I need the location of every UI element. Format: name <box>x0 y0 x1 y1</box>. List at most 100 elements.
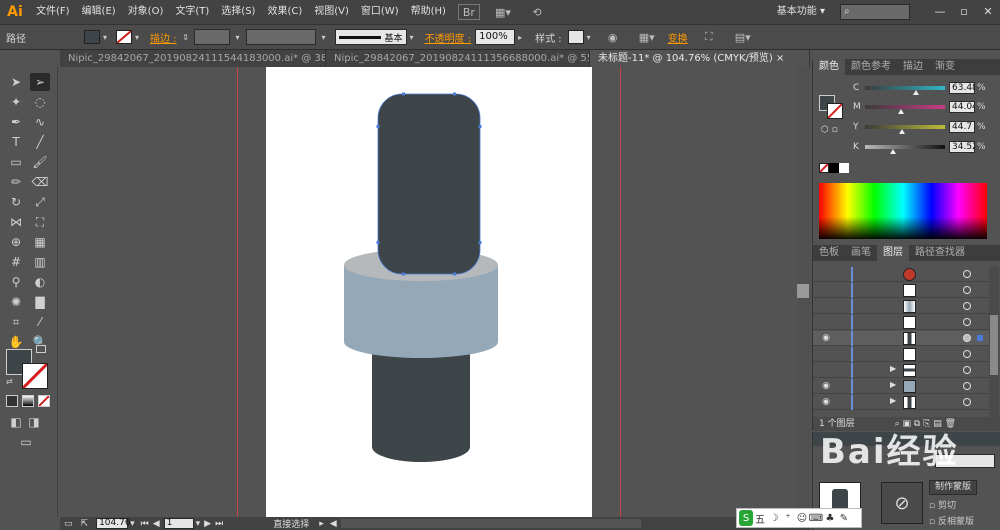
canvas[interactable] <box>60 67 810 517</box>
target-icon[interactable] <box>963 286 971 294</box>
variable-width-field[interactable] <box>245 29 316 45</box>
artboard-field[interactable]: 1 <box>163 518 194 529</box>
rotate-tool-icon[interactable]: ↻ <box>6 193 26 211</box>
isolate-icon[interactable]: ⛶ <box>698 29 720 45</box>
menu-edit[interactable]: 编辑(E) <box>76 0 122 24</box>
anchor-point[interactable] <box>478 241 482 244</box>
transform-link[interactable]: 变换 <box>664 30 692 45</box>
direct-selection-tool-icon[interactable]: ➢ <box>30 73 50 91</box>
target-icon[interactable] <box>963 382 971 390</box>
opacity-field[interactable]: 100% <box>475 29 516 45</box>
gradient-mode-icon[interactable] <box>22 395 34 407</box>
close-button[interactable]: ✕ <box>976 0 1000 24</box>
invert-checkbox-row[interactable]: ▫ 反相蒙版 <box>929 514 974 527</box>
slider-knob[interactable] <box>913 90 919 95</box>
clip-checkbox-row[interactable]: ▫ 剪切 <box>929 498 956 511</box>
swap-colors-icon[interactable]: ⇄ <box>6 377 13 386</box>
anchor-point[interactable] <box>376 241 380 244</box>
recolor-icon[interactable]: ◉ <box>602 29 624 45</box>
slider-value[interactable]: 44.7 <box>949 121 975 133</box>
stroke-swatch[interactable] <box>116 30 132 44</box>
vertical-scrollbar[interactable] <box>797 67 810 517</box>
horizontal-scrollbar[interactable] <box>340 519 641 528</box>
stroke-color-box[interactable] <box>22 363 48 389</box>
tab-swatches[interactable]: 色板 <box>813 245 845 261</box>
menu-window[interactable]: 窗口(W) <box>355 0 405 24</box>
layer-row[interactable]: ◉ <box>813 331 989 346</box>
target-icon[interactable] <box>963 398 971 406</box>
gradient-tool-icon[interactable]: ▥ <box>30 253 50 271</box>
blend-tool-icon[interactable]: ◐ <box>30 273 50 291</box>
gpu-icon[interactable]: ⟲ <box>526 4 548 20</box>
default-colors-icon[interactable] <box>36 345 46 353</box>
bridge-icon[interactable]: Br <box>457 4 480 20</box>
ime-logo-icon[interactable]: S <box>739 510 753 526</box>
menu-type[interactable]: 文字(T) <box>169 0 215 24</box>
scale-tool-icon[interactable]: ⤢ <box>30 193 50 211</box>
workspace-switcher[interactable]: 基本功能 ▾ <box>777 0 825 24</box>
invert-checkbox[interactable]: ▫ <box>929 517 935 527</box>
eraser-tool-icon[interactable]: ⌫ <box>30 173 50 191</box>
tab-gradient[interactable]: 渐变 <box>929 59 961 75</box>
scroll-left-icon[interactable]: ◀ <box>330 519 337 529</box>
slider-value[interactable]: 34.52 <box>949 141 975 153</box>
arrange-documents-icon[interactable]: ▦▾ <box>492 4 514 20</box>
artboard[interactable] <box>266 67 592 517</box>
color-spectrum[interactable] <box>819 183 987 239</box>
opacity-link[interactable]: 不透明度 : <box>421 30 476 45</box>
layers-scrollbar[interactable] <box>989 267 999 417</box>
anchor-point[interactable] <box>478 125 482 128</box>
magenta-slider[interactable]: M 44.04 % <box>853 100 986 114</box>
drawing-mode-icon[interactable]: ◧ <box>6 413 26 431</box>
layer-row[interactable]: ▶ <box>813 363 989 378</box>
stepper-icon[interactable]: ⇕ <box>181 30 191 44</box>
menu-object[interactable]: 对象(O) <box>122 0 170 24</box>
status-toggle-icon[interactable]: ▭ <box>64 519 73 529</box>
slider-value[interactable]: 44.04 <box>949 101 975 113</box>
mesh-tool-icon[interactable]: # <box>6 253 26 271</box>
expand-arrow-icon[interactable]: ▶ <box>890 380 896 389</box>
symbol-sprayer-tool-icon[interactable]: ✺ <box>6 293 26 311</box>
panel-menu-icon[interactable]: ▤▾ <box>732 29 754 45</box>
first-artboard-icon[interactable]: ⏮ <box>141 519 149 529</box>
slider-track[interactable] <box>865 145 945 154</box>
target-icon[interactable] <box>963 302 971 310</box>
lasso-tool-icon[interactable]: ◌ <box>30 93 50 111</box>
eye-icon[interactable]: ◉ <box>819 381 833 391</box>
yellow-slider[interactable]: Y 44.7 % <box>853 120 986 134</box>
color-mode-icon[interactable] <box>6 395 18 407</box>
clip-checkbox[interactable]: ▫ <box>929 501 935 511</box>
anchor-point[interactable] <box>402 92 405 96</box>
chevron-down-icon[interactable]: ▾ <box>319 30 329 44</box>
ime-mode[interactable]: 五 <box>753 510 767 526</box>
search-input[interactable]: ⌕ <box>840 4 910 20</box>
paintbrush-tool-icon[interactable]: 🖌 <box>30 153 50 171</box>
chevron-right-icon[interactable]: ▸ <box>319 519 324 529</box>
maximize-button[interactable]: ▫ <box>952 0 976 24</box>
ime-keyboard-icon[interactable]: ⌨ <box>809 510 823 526</box>
tab-pathfinder[interactable]: 路径查找器 <box>909 245 971 261</box>
target-icon[interactable] <box>963 270 971 278</box>
last-artboard-icon[interactable]: ⏭ <box>215 519 223 529</box>
slider-track[interactable] <box>865 105 945 114</box>
stroke-weight-field[interactable] <box>193 29 230 45</box>
close-icon[interactable]: × <box>776 53 784 64</box>
share-icon[interactable]: ⇱ <box>81 519 89 529</box>
graphic-style-swatch[interactable] <box>567 30 584 44</box>
expand-arrow-icon[interactable]: ▶ <box>890 396 896 405</box>
screen-mode-icon[interactable]: ▭ <box>16 433 36 451</box>
layer-row[interactable]: ◉ ▶ <box>813 379 989 394</box>
white-swatch[interactable] <box>839 163 849 173</box>
slice-tool-icon[interactable]: ⁄ <box>30 313 50 331</box>
pencil-tool-icon[interactable]: ✏ <box>6 173 26 191</box>
mask-thumbnail[interactable]: ⊘ <box>881 482 923 524</box>
minimize-button[interactable]: — <box>928 0 952 24</box>
chevron-down-icon[interactable]: ▾ <box>100 30 110 44</box>
tab-layers[interactable]: 图层 <box>877 245 909 261</box>
layer-row[interactable] <box>813 267 989 282</box>
menu-help[interactable]: 帮助(H) <box>405 0 452 24</box>
slider-knob[interactable] <box>899 129 905 134</box>
anchor-point[interactable] <box>453 92 456 96</box>
free-transform-tool-icon[interactable]: ⛶ <box>30 213 50 231</box>
cyan-slider[interactable]: C 63.48 % <box>853 81 986 95</box>
